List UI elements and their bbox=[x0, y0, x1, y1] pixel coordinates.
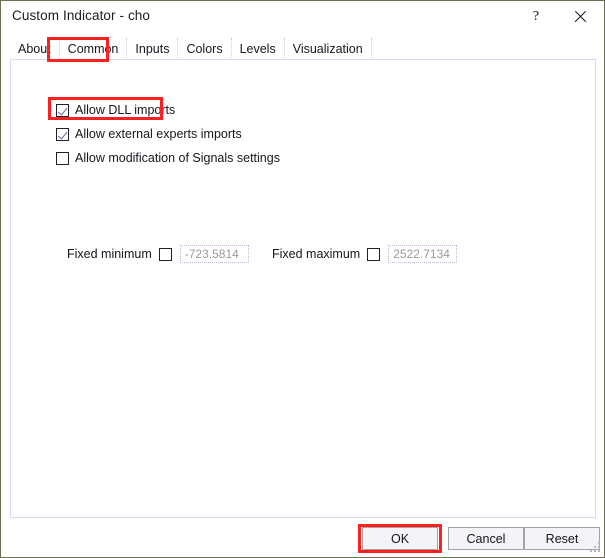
fixed-maximum-label: Fixed maximum bbox=[272, 247, 361, 261]
tab-colors[interactable]: Colors bbox=[178, 38, 232, 60]
tab-label: About bbox=[18, 42, 51, 56]
tab-label: Common bbox=[67, 42, 119, 56]
close-button[interactable] bbox=[558, 1, 602, 32]
help-button[interactable]: ? bbox=[514, 1, 558, 32]
ok-button[interactable]: OK bbox=[362, 527, 438, 550]
tab-label: Visualization bbox=[292, 42, 363, 56]
tab-visualization[interactable]: Visualization bbox=[284, 38, 372, 60]
custom-indicator-dialog: Custom Indicator - cho ? About Common In… bbox=[0, 0, 605, 558]
cancel-button[interactable]: Cancel bbox=[448, 527, 524, 550]
checkbox-row-allow-dll-imports[interactable]: Allow DLL imports bbox=[56, 101, 175, 119]
fixed-maximum-checkbox[interactable] bbox=[367, 247, 381, 261]
cancel-button-label: Cancel bbox=[466, 531, 506, 546]
allow-external-experts-imports-label: Allow external experts imports bbox=[75, 126, 242, 141]
close-icon bbox=[573, 9, 588, 24]
tab-label: Colors bbox=[186, 42, 223, 56]
fixed-minimum-input[interactable] bbox=[179, 245, 249, 263]
checkbox-row-allow-external-experts-imports[interactable]: Allow external experts imports bbox=[56, 125, 242, 143]
allow-modification-of-signals-settings-checkbox[interactable] bbox=[56, 151, 69, 165]
fixed-minimum-checkbox[interactable] bbox=[158, 247, 172, 261]
fixed-minimum-group: Fixed minimum bbox=[67, 243, 249, 265]
ok-button-label: OK bbox=[390, 531, 410, 546]
tab-strip: About Common Inputs Colors Levels Visual… bbox=[10, 38, 372, 60]
allow-dll-imports-label: Allow DLL imports bbox=[75, 102, 176, 117]
tab-levels[interactable]: Levels bbox=[231, 38, 285, 60]
allow-external-experts-imports-checkbox[interactable] bbox=[56, 127, 69, 141]
fixed-maximum-group: Fixed maximum bbox=[272, 243, 458, 265]
window-title: Custom Indicator - cho bbox=[12, 8, 151, 23]
tab-inputs[interactable]: Inputs bbox=[127, 38, 179, 60]
checkbox-row-allow-modification-of-signals-settings[interactable]: Allow modification of Signals settings bbox=[56, 149, 280, 167]
allow-dll-imports-checkbox[interactable] bbox=[56, 103, 69, 117]
tab-common[interactable]: Common bbox=[59, 38, 128, 60]
title-bar: Custom Indicator - cho ? bbox=[1, 1, 604, 33]
allow-modification-of-signals-settings-label: Allow modification of Signals settings bbox=[75, 150, 280, 165]
question-mark-icon: ? bbox=[532, 8, 540, 24]
tab-about[interactable]: About bbox=[10, 38, 60, 60]
reset-button-label: Reset bbox=[545, 531, 579, 546]
tab-label: Levels bbox=[239, 42, 276, 56]
resize-grip-icon[interactable] bbox=[589, 542, 601, 554]
tab-label: Inputs bbox=[135, 42, 170, 56]
fixed-minimum-label: Fixed minimum bbox=[67, 247, 152, 261]
fixed-maximum-input[interactable] bbox=[388, 245, 458, 263]
